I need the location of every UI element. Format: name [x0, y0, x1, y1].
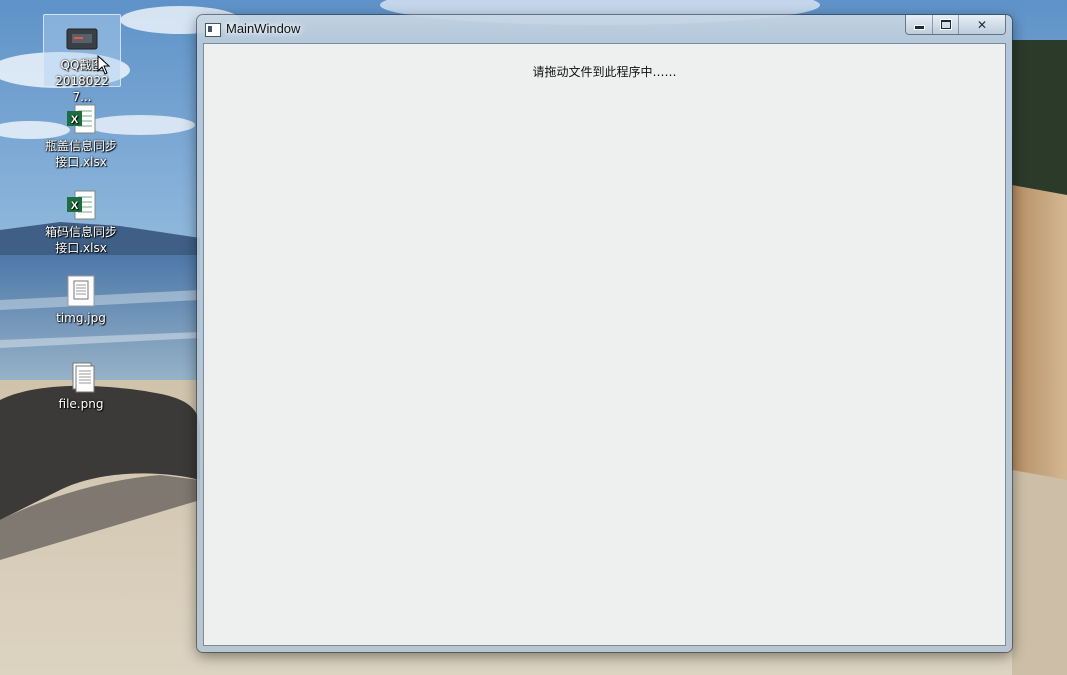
svg-text:X: X: [71, 200, 79, 212]
desktop-icon-qq-screenshot[interactable]: QQ截图 20180227...: [43, 14, 121, 104]
mouse-pointer-icon: [97, 55, 111, 75]
close-icon: ✕: [976, 17, 988, 32]
document-file-icon: [72, 362, 95, 393]
close-button[interactable]: ✕: [959, 15, 1005, 34]
window-title: MainWindow: [226, 21, 301, 36]
desktop-icon-boxcode-xlsx[interactable]: X 箱码信息同步 接口.xlsx: [43, 182, 119, 256]
window-client-area[interactable]: 请拖动文件到此程序中……: [203, 43, 1006, 646]
document-file-icon: [67, 275, 95, 307]
desktop-icon-label-line2: 接口.xlsx: [55, 155, 107, 169]
svg-text:X: X: [71, 114, 79, 126]
maximize-button[interactable]: [933, 15, 959, 34]
app-window-icon[interactable]: [205, 23, 221, 37]
maximize-icon: [940, 20, 951, 29]
drop-hint-label: 请拖动文件到此程序中……: [532, 65, 677, 79]
desktop-icon-label-line1: 瓶盖信息同步: [45, 139, 118, 153]
minimize-button[interactable]: [906, 15, 933, 34]
desktop-icon-bottlecap-xlsx[interactable]: X 瓶盖信息同步 接口.xlsx: [43, 96, 119, 170]
window-controls: ✕: [905, 15, 1006, 35]
window-titlebar[interactable]: MainWindow ✕: [197, 15, 1012, 43]
screenshot-file-icon: [66, 28, 98, 50]
desktop-icon-label: file.png: [58, 397, 104, 411]
desktop-icon-timg-jpg[interactable]: timg.jpg: [43, 268, 119, 326]
excel-file-icon: X: [67, 104, 96, 134]
minimize-icon: [913, 25, 925, 30]
excel-file-icon: X: [67, 190, 96, 220]
desktop-icon-label-line2: 接口.xlsx: [55, 241, 107, 255]
desktop-icon-label-line1: 箱码信息同步: [45, 225, 118, 239]
main-window[interactable]: MainWindow ✕ 请拖动文件到此程序中……: [197, 15, 1012, 652]
desktop-icon-file-png[interactable]: file.png: [43, 354, 119, 412]
desktop-icon-label: timg.jpg: [56, 311, 106, 325]
